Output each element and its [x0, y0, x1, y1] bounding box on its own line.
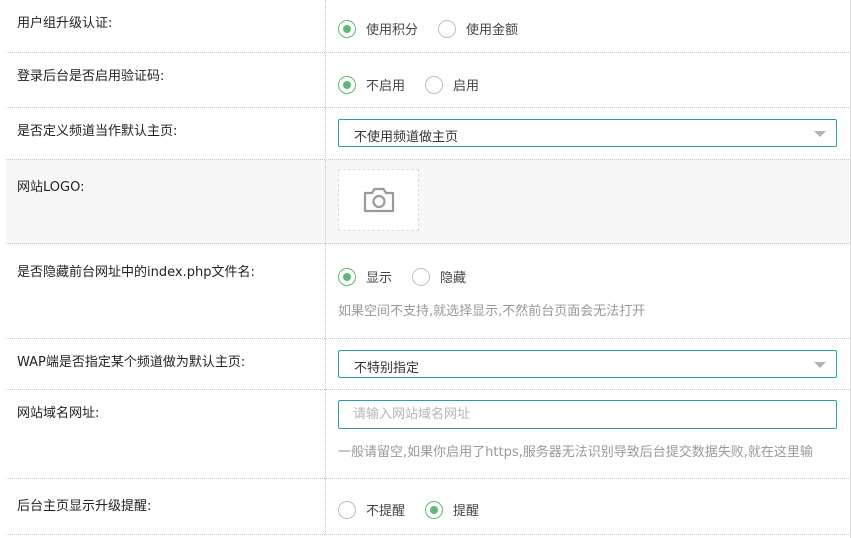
radio-unchecked-icon[interactable] — [338, 500, 356, 519]
radio-checked-icon[interactable] — [425, 500, 444, 519]
row-label: 是否隐藏前台网址中的index.php文件名: — [6, 244, 326, 339]
row-site-logo: 网站LOGO: — [6, 159, 851, 244]
row-label: 是否定义频道当作默认主页: — [6, 108, 326, 160]
radio-unchecked-icon[interactable] — [438, 19, 457, 38]
radio-captcha-off[interactable]: 不启用 — [338, 75, 405, 94]
row-channel-homepage: 是否定义频道当作默认主页: 不使用频道做主页 — [6, 107, 851, 160]
logo-upload-button[interactable] — [338, 169, 419, 231]
row-hide-index-php: 是否隐藏前台网址中的index.php文件名: 显示 隐藏 如果空间不支持,就选… — [6, 243, 851, 339]
radio-use-points[interactable]: 使用积分 — [338, 19, 418, 38]
homepage-channel-select[interactable]: 不使用频道做主页 — [338, 119, 837, 147]
chevron-down-icon — [814, 362, 826, 368]
radio-remind[interactable]: 提醒 — [425, 500, 479, 519]
radio-show[interactable]: 显示 — [338, 267, 392, 286]
help-text: 一般请留空,如果你启用了https,服务器无法识别导致后台提交数据失败,就在这里… — [338, 445, 813, 460]
camera-icon — [363, 187, 394, 213]
radio-captcha-on[interactable]: 启用 — [425, 75, 479, 94]
radio-checked-icon[interactable] — [338, 75, 356, 94]
chevron-down-icon — [814, 131, 826, 137]
radio-hide[interactable]: 隐藏 — [412, 267, 466, 286]
row-site-domain: 网站域名网址: 一般请留空,如果你启用了https,服务器无法识别导致后台提交数… — [6, 389, 851, 479]
radio-group-index-php: 显示 隐藏 — [338, 267, 486, 286]
domain-url-input[interactable] — [338, 400, 837, 429]
row-label: 登录后台是否启用验证码: — [6, 53, 326, 108]
radio-unchecked-icon[interactable] — [425, 75, 444, 94]
radio-group-upgrade-reminder: 不提醒 提醒 — [338, 500, 499, 519]
row-label: 后台主页显示升级提醒: — [6, 479, 326, 534]
wap-channel-select[interactable]: 不特别指定 — [338, 350, 837, 378]
row-label: 网站LOGO: — [6, 160, 326, 244]
row-upgrade-reminder: 后台主页显示升级提醒: 不提醒 提醒 — [6, 478, 851, 535]
row-wap-homepage: WAP端是否指定某个频道做为默认主页: 不特别指定 — [6, 338, 851, 390]
radio-checked-icon[interactable] — [338, 267, 356, 286]
help-text: 如果空间不支持,就选择显示,不然前台页面会无法打开 — [338, 304, 646, 319]
row-user-group-upgrade: 用户组升级认证: 使用积分 使用金额 — [6, 0, 851, 52]
radio-checked-icon[interactable] — [338, 19, 356, 38]
row-label: 用户组升级认证: — [6, 0, 326, 52]
radio-group-upgrade-method: 使用积分 使用金额 — [338, 19, 538, 38]
row-login-captcha: 登录后台是否启用验证码: 不启用 启用 — [6, 52, 851, 108]
radio-no-remind[interactable]: 不提醒 — [338, 500, 405, 519]
row-label: WAP端是否指定某个频道做为默认主页: — [6, 339, 326, 390]
row-label: 网站域名网址: — [6, 390, 326, 479]
radio-group-captcha: 不启用 启用 — [338, 75, 499, 94]
radio-use-amount[interactable]: 使用金额 — [438, 19, 518, 38]
radio-unchecked-icon[interactable] — [412, 267, 431, 286]
